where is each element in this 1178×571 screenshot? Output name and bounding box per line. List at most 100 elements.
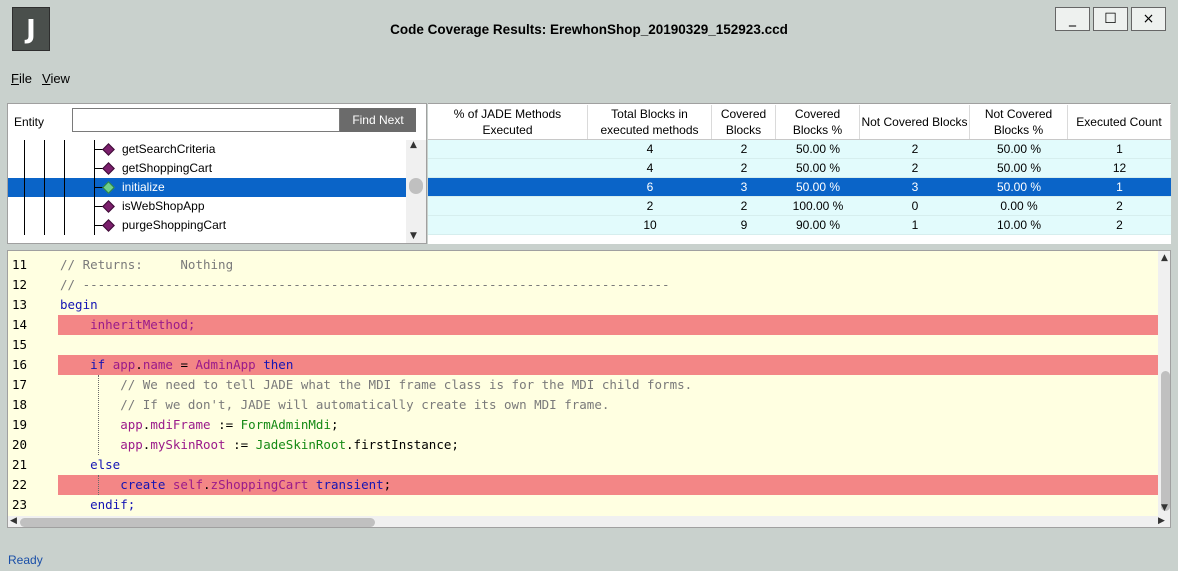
table-cell: 100.00 % xyxy=(792,199,844,213)
column-header[interactable]: Not Covered Blocks xyxy=(860,105,970,139)
code-text: if app.name = AdminApp then xyxy=(60,355,293,375)
column-header[interactable]: Executed Count xyxy=(1068,105,1171,139)
table-row[interactable]: 4 2 50.00 % 2 50.00 % 12 xyxy=(428,159,1171,178)
code-line[interactable]: 14 inheritMethod; xyxy=(8,315,1158,335)
status-bar: Ready xyxy=(0,551,1178,571)
code-text: create self.zShoppingCart transient; xyxy=(60,475,391,495)
minimize-button[interactable]: _ xyxy=(1055,7,1090,31)
scroll-thumb[interactable] xyxy=(409,178,423,194)
entity-vertical-scrollbar[interactable]: ▲ ▼ xyxy=(406,140,426,243)
code-line[interactable]: 17 // We need to tell JADE what the MDI … xyxy=(8,375,1158,395)
code-line[interactable]: 16 if app.name = AdminApp then xyxy=(8,355,1158,375)
code-token: mdiFrame xyxy=(150,417,211,432)
column-header[interactable]: Covered Blocks xyxy=(712,105,776,139)
scroll-up-icon[interactable]: ▲ xyxy=(410,140,417,150)
line-number: 23 xyxy=(12,497,28,512)
menu-file-accel: F xyxy=(11,71,19,86)
column-header[interactable]: % of JADE Methods Executed xyxy=(428,105,588,139)
code-token: create xyxy=(120,477,166,492)
line-number: 21 xyxy=(12,457,28,472)
line-number: 22 xyxy=(12,477,28,492)
scroll-down-icon[interactable]: ▼ xyxy=(410,231,417,241)
column-header[interactable]: Covered Blocks % xyxy=(776,105,860,139)
tree-connector-line xyxy=(64,216,65,235)
code-line[interactable]: 13 begin xyxy=(8,295,1158,315)
table-cell: 10 xyxy=(643,218,657,232)
tree-item[interactable]: isWebShopApp xyxy=(8,197,408,216)
code-text: app.mdiFrame := FormAdminMdi; xyxy=(60,415,338,435)
code-token: app xyxy=(120,437,143,452)
table-row[interactable]: 10 9 90.00 % 1 10.00 % 2 xyxy=(428,216,1171,235)
method-diamond-icon xyxy=(102,162,115,175)
tree-connector-line xyxy=(24,216,25,235)
title-bar[interactable]: J Code Coverage Results: ErewhonShop_201… xyxy=(0,0,1178,61)
table-cell: 2 xyxy=(740,199,748,213)
table-cell: 6 xyxy=(646,180,654,194)
code-line[interactable]: 20 app.mySkinRoot := JadeSkinRoot.firstI… xyxy=(8,435,1158,455)
editor-vertical-scrollbar[interactable]: ▲ ▼ xyxy=(1158,251,1170,516)
code-line[interactable]: 22 create self.zShoppingCart transient; xyxy=(8,475,1158,495)
entity-search-input[interactable] xyxy=(72,108,340,132)
table-row[interactable]: 4 2 50.00 % 2 50.00 % 1 xyxy=(428,140,1171,159)
column-header[interactable]: Not Covered Blocks % xyxy=(970,105,1068,139)
tree-item[interactable]: getSearchCriteria xyxy=(8,140,408,159)
tree-item[interactable]: purgeShoppingCart xyxy=(8,216,408,235)
line-number: 18 xyxy=(12,397,28,412)
tree-item-label: initialize xyxy=(122,180,165,194)
code-line[interactable]: 23 endif; xyxy=(8,495,1158,515)
code-line[interactable]: 12 // -----------------------------------… xyxy=(8,275,1158,295)
code-line[interactable]: 11 // Returns: Nothing xyxy=(8,255,1158,275)
code-line[interactable]: 15 xyxy=(8,335,1158,355)
table-cell xyxy=(428,140,588,159)
editor-horizontal-scrollbar[interactable]: ◀ ▶ xyxy=(8,516,1170,527)
table-cell xyxy=(428,159,588,178)
code-text: // If we don't, JADE will automatically … xyxy=(60,397,610,412)
code-token: transient xyxy=(315,477,384,492)
menu-view-rest: iew xyxy=(50,71,70,86)
scroll-up-icon[interactable]: ▲ xyxy=(1161,253,1168,263)
grid-header: % of JADE Methods Executed Total Blocks i… xyxy=(428,104,1171,140)
menu-file[interactable]: File xyxy=(11,71,32,86)
menu-view[interactable]: View xyxy=(42,71,70,86)
column-header[interactable]: Total Blocks in executed methods xyxy=(588,105,712,139)
tree-connector-line xyxy=(64,197,65,216)
table-cell: 2 xyxy=(1116,199,1123,213)
table-row[interactable]: 6 3 50.00 % 3 50.00 % 1 xyxy=(428,178,1171,197)
line-number: 12 xyxy=(12,277,28,292)
scroll-left-icon[interactable]: ◀ xyxy=(10,516,17,526)
tree-item[interactable]: getShoppingCart xyxy=(8,159,408,178)
table-cell: 10.00 % xyxy=(996,218,1042,232)
line-number: 17 xyxy=(12,377,28,392)
code-token: name xyxy=(142,357,173,372)
maximize-button[interactable]: ☐ xyxy=(1093,7,1128,31)
code-line[interactable]: 19 app.mdiFrame := FormAdminMdi; xyxy=(8,415,1158,435)
tree-connector-line xyxy=(64,159,65,178)
menu-bar: File View xyxy=(0,67,1178,91)
table-cell: 2 xyxy=(740,142,748,156)
code-line[interactable]: 18 // If we don't, JADE will automatical… xyxy=(8,395,1158,415)
find-next-button[interactable]: Find Next xyxy=(340,108,416,132)
scroll-down-icon[interactable]: ▼ xyxy=(1161,503,1168,513)
code-token: FormAdminMdi xyxy=(240,417,331,432)
code-editor[interactable]: 11 // Returns: Nothing 12 // --------------… xyxy=(7,250,1171,528)
scroll-thumb[interactable] xyxy=(1161,371,1170,511)
code-line[interactable]: 21 else xyxy=(8,455,1158,475)
table-cell: 50.00 % xyxy=(795,180,841,194)
tree-connector-line xyxy=(24,197,25,216)
line-number: 13 xyxy=(12,297,28,312)
scroll-thumb[interactable] xyxy=(20,518,375,527)
window-title: Code Coverage Results: ErewhonShop_20190… xyxy=(390,22,788,37)
code-text: // Returns: Nothing xyxy=(60,257,234,272)
close-button[interactable]: × xyxy=(1131,7,1166,31)
scroll-right-icon[interactable]: ▶ xyxy=(1158,516,1165,526)
tree-item[interactable]: initialize xyxy=(8,178,408,197)
code-token: := xyxy=(210,417,241,432)
code-token: . xyxy=(203,477,211,492)
table-row[interactable]: 2 2 100.00 % 0 0.00 % 2 xyxy=(428,197,1171,216)
table-cell: 50.00 % xyxy=(795,161,841,175)
table-cell: 2 xyxy=(1116,218,1123,232)
coverage-grid: % of JADE Methods Executed Total Blocks i… xyxy=(428,103,1171,244)
entity-panel: Entity Find Next getSearchCriteria getSho… xyxy=(7,103,427,244)
